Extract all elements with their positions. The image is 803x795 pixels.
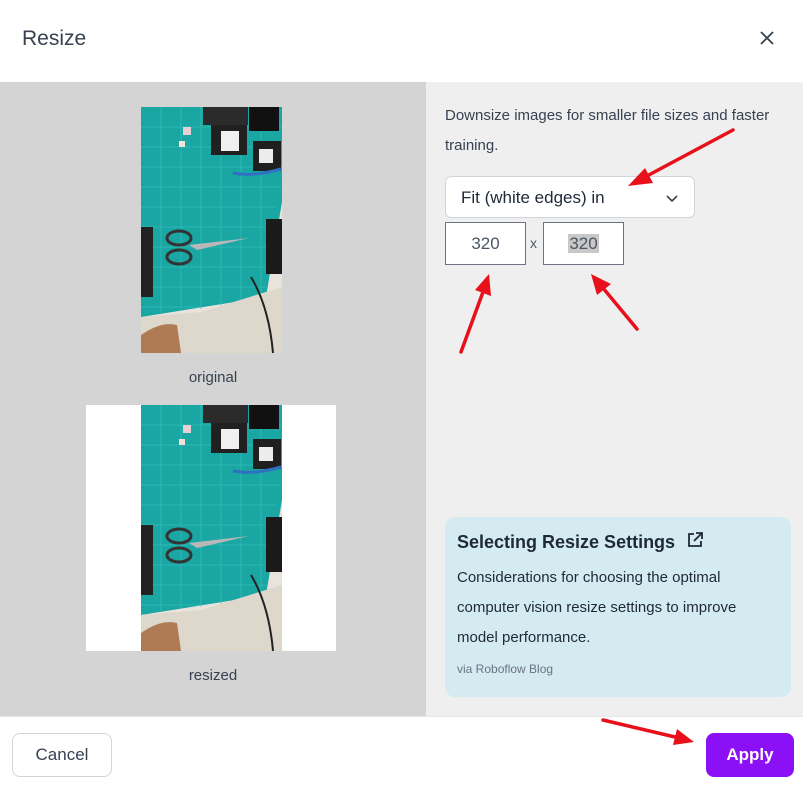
resize-mode-value: Fit (white edges) in <box>461 188 605 207</box>
dialog-header: Resize <box>0 0 803 82</box>
height-input[interactable]: 320 <box>543 222 624 265</box>
resize-mode-select[interactable]: Fit (white edges) in <box>445 176 695 218</box>
external-link-icon <box>688 532 703 547</box>
original-caption: original <box>188 369 238 386</box>
apply-button[interactable]: Apply <box>706 733 794 777</box>
card-body: Considerations for choosing the optimal … <box>457 569 737 646</box>
resized-image <box>86 405 336 651</box>
dialog-title: Resize <box>22 27 87 50</box>
close-icon[interactable] <box>757 28 777 48</box>
resize-settings-card[interactable]: Selecting Resize Settings Considerations… <box>445 517 791 697</box>
original-image <box>141 107 282 353</box>
card-title: Selecting Resize Settings <box>457 532 676 552</box>
dialog-footer <box>0 716 803 795</box>
width-value: 320 <box>471 234 500 253</box>
resize-description: Downsize images for smaller file sizes a… <box>445 107 770 154</box>
cancel-button[interactable]: Cancel <box>12 733 112 777</box>
card-source: via Roboflow Blog <box>457 662 554 676</box>
dimension-separator: x <box>530 235 537 251</box>
width-input[interactable]: 320 <box>445 222 526 265</box>
resized-caption: resized <box>188 667 238 684</box>
chevron-down-icon <box>666 195 678 203</box>
height-value: 320 <box>568 234 599 253</box>
